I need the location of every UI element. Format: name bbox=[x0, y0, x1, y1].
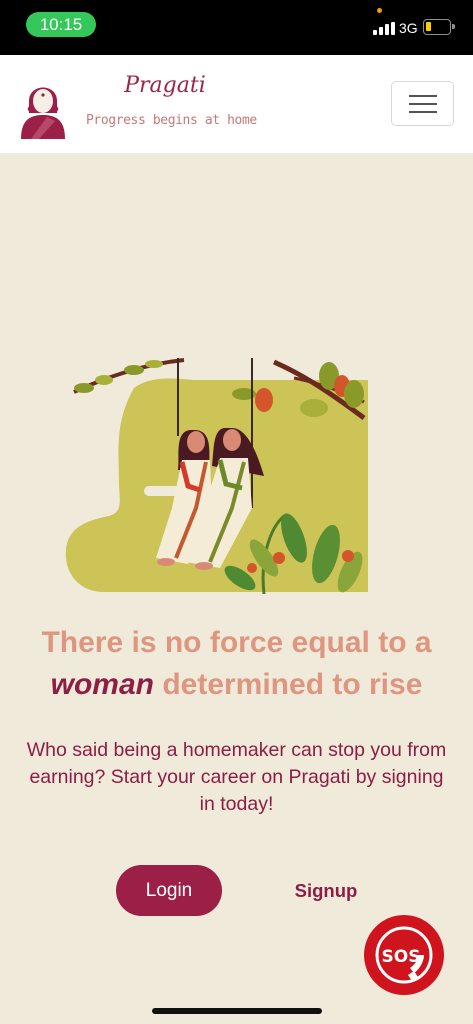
headline-emphasis: woman bbox=[50, 668, 154, 701]
headline-line-2: woman determined to rise bbox=[0, 664, 473, 706]
login-button[interactable]: Login bbox=[116, 865, 222, 916]
brand-name[interactable]: Pragati bbox=[86, 73, 244, 98]
brand-tagline: Progress begins at home bbox=[86, 113, 257, 128]
hero-subtitle: Who said being a homemaker can stop you … bbox=[26, 739, 447, 815]
status-time: 10:15 bbox=[26, 12, 96, 37]
battery-icon bbox=[423, 19, 455, 35]
home-indicator[interactable] bbox=[152, 1008, 322, 1014]
hero-headline: There is no force equal to a woman deter… bbox=[0, 622, 473, 706]
navbar: Pragati Progress begins at home bbox=[0, 55, 473, 153]
headline-line-1: There is no force equal to a bbox=[41, 626, 432, 659]
sos-label: SOS bbox=[382, 947, 421, 967]
headline-line-2-rest: determined to rise bbox=[162, 668, 423, 701]
network-type: 3G bbox=[399, 20, 418, 36]
status-bar: 10:15 3G bbox=[0, 0, 473, 55]
signal-strength-icon bbox=[373, 22, 395, 35]
privacy-indicator-dot bbox=[377, 8, 382, 13]
hamburger-menu-button[interactable] bbox=[391, 81, 454, 126]
sos-phone-icon[interactable]: SOS bbox=[364, 915, 444, 995]
signup-link[interactable]: Signup bbox=[280, 865, 372, 916]
woman-avatar-icon[interactable] bbox=[17, 71, 69, 139]
women-on-swing-illustration bbox=[65, 358, 368, 594]
